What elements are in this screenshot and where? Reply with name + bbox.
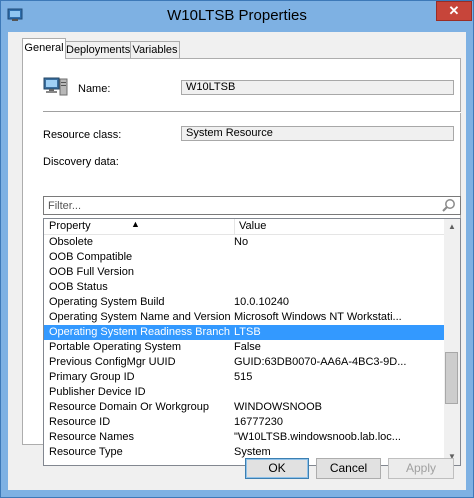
title-bar[interactable]: W10LTSB Properties ✕: [1, 1, 473, 31]
scrollbar-thumb[interactable]: [445, 352, 458, 404]
separator: [43, 111, 461, 113]
table-row[interactable]: Resource ID 16777230: [44, 415, 444, 430]
value-cell: GUID:63DB0070-AA6A-4BC3-9D...: [234, 356, 407, 368]
resource-class-label: Resource class:: [43, 129, 122, 141]
computer-icon: [43, 76, 69, 98]
tab-deployments[interactable]: Deployments: [65, 41, 131, 58]
list-rows: Obsolete No OOB Compatible OOB Full Version…: [44, 235, 444, 460]
table-row[interactable]: Obsolete No: [44, 235, 444, 250]
value-cell: WINDOWSNOOB: [234, 401, 322, 413]
table-row[interactable]: Operating System Readiness Branch LTSB: [44, 325, 444, 340]
property-cell: Obsolete: [49, 236, 94, 248]
dialog-client-area: General Deployments Variables Name: W10L…: [8, 32, 466, 490]
cancel-button[interactable]: Cancel: [316, 458, 381, 479]
table-row[interactable]: OOB Status: [44, 280, 444, 295]
table-row[interactable]: Portable Operating System False: [44, 340, 444, 355]
property-cell: Previous ConfigMgr UUID: [49, 356, 176, 368]
table-row[interactable]: OOB Full Version: [44, 265, 444, 280]
resource-class-field[interactable]: System Resource: [181, 126, 454, 141]
table-row[interactable]: Previous ConfigMgr UUID GUID:63DB0070-AA6…: [44, 355, 444, 370]
value-cell: 10.0.10240: [234, 296, 290, 308]
value-cell: No: [234, 236, 249, 248]
table-row[interactable]: Publisher Device ID: [44, 385, 444, 400]
scroll-up-arrow-icon[interactable]: ▲: [444, 219, 460, 235]
name-label: Name:: [78, 83, 111, 95]
property-cell: Operating System Name and Version: [49, 311, 231, 323]
value-cell: LTSB: [234, 326, 261, 338]
list-header: Property ▲ Value: [44, 219, 444, 235]
name-field[interactable]: W10LTSB: [181, 80, 454, 95]
column-header-property[interactable]: Property ▲: [44, 219, 234, 234]
property-cell: Operating System Readiness Branch: [49, 326, 230, 338]
tab-general[interactable]: General: [22, 38, 66, 59]
property-cell: Publisher Device ID: [49, 386, 146, 398]
filter-input[interactable]: [46, 198, 430, 213]
window-title: W10LTSB Properties: [167, 7, 307, 24]
table-row[interactable]: OOB Compatible: [44, 250, 444, 265]
value-cell: "W10LTSB.windowsnoob.lab.loc...: [234, 431, 401, 443]
property-cell: Resource Domain Or Workgroup: [49, 401, 209, 413]
close-button[interactable]: ✕: [436, 1, 472, 21]
sort-ascending-icon: ▲: [131, 219, 140, 229]
properties-window: W10LTSB Properties ✕ General Deployments…: [0, 0, 474, 498]
property-cell: Resource Names: [49, 431, 134, 443]
magnifier-icon[interactable]: [441, 198, 457, 214]
table-row[interactable]: Resource Names "W10LTSB.windowsnoob.lab.l…: [44, 430, 444, 445]
property-cell: Resource ID: [49, 416, 111, 428]
property-cell: Resource Type: [49, 446, 123, 458]
property-cell: Primary Group ID: [49, 371, 135, 383]
value-cell: Microsoft Windows NT Workstati...: [234, 311, 402, 323]
ok-button[interactable]: OK: [245, 458, 309, 479]
vertical-scrollbar[interactable]: ▲ ▼: [444, 219, 460, 465]
general-tab-panel: Name: W10LTSB Resource class: System Res…: [22, 58, 461, 466]
discovery-data-label: Discovery data:: [43, 156, 119, 168]
property-cell: Operating System Build: [49, 296, 165, 308]
table-row[interactable]: Primary Group ID 515: [44, 370, 444, 385]
table-row[interactable]: Resource Type System: [44, 445, 444, 460]
table-row[interactable]: Resource Domain Or Workgroup WINDOWSNOOB: [44, 400, 444, 415]
value-cell: 16777230: [234, 416, 283, 428]
value-cell: 515: [234, 371, 253, 383]
filter-box: [43, 196, 461, 215]
column-header-property-label: Property: [49, 220, 91, 232]
table-row[interactable]: Operating System Build 10.0.10240: [44, 295, 444, 310]
property-cell: OOB Full Version: [49, 266, 134, 278]
property-cell: OOB Compatible: [49, 251, 133, 263]
discovery-data-list[interactable]: Property ▲ Value Obsolete No OOB Compatibl…: [43, 218, 461, 466]
property-cell: OOB Status: [49, 281, 108, 293]
value-cell: False: [234, 341, 261, 353]
property-cell: Portable Operating System: [49, 341, 182, 353]
apply-button[interactable]: Apply: [388, 458, 454, 479]
table-row[interactable]: Operating System Name and Version Microso…: [44, 310, 444, 325]
column-header-value[interactable]: Value: [234, 219, 444, 234]
tab-variables[interactable]: Variables: [130, 41, 180, 58]
